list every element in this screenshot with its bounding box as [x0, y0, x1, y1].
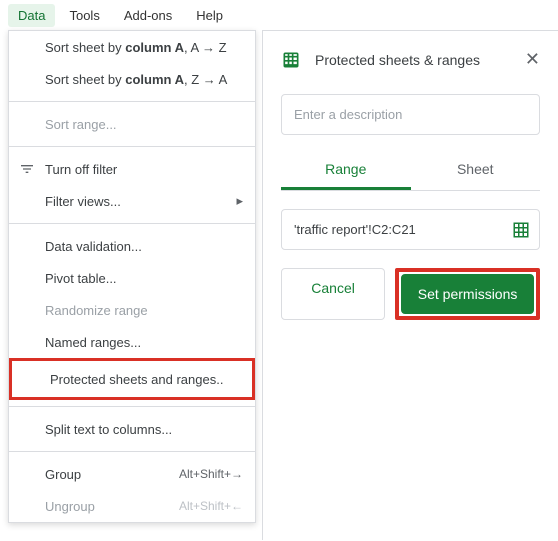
- close-icon[interactable]: ✕: [525, 49, 540, 70]
- data-dropdown: Sort sheet by column A, A → Z Sort sheet…: [8, 30, 256, 523]
- highlight-protected: Protected sheets and ranges..: [9, 358, 255, 400]
- menu-data[interactable]: Data: [8, 4, 55, 27]
- range-input-wrap: [281, 209, 540, 250]
- grid-select-icon[interactable]: [512, 221, 530, 239]
- description-input[interactable]: [281, 94, 540, 135]
- divider: [9, 406, 255, 407]
- sheets-icon: [281, 50, 301, 70]
- panel-title: Protected sheets & ranges: [315, 52, 511, 68]
- protected-sheets-ranges[interactable]: Protected sheets and ranges..: [14, 363, 250, 395]
- filter-icon: [19, 161, 35, 177]
- menu-addons[interactable]: Add-ons: [114, 4, 182, 27]
- ungroup: Ungroup Alt+Shift+←: [9, 490, 255, 522]
- cancel-button[interactable]: Cancel: [281, 268, 385, 320]
- tab-sheet[interactable]: Sheet: [411, 151, 541, 190]
- sort-sheet-az[interactable]: Sort sheet by column A, A → Z: [9, 31, 255, 63]
- divider: [9, 101, 255, 102]
- tabs: Range Sheet: [281, 151, 540, 191]
- chevron-right-icon: ▸: [236, 193, 243, 209]
- menu-tools[interactable]: Tools: [59, 4, 109, 27]
- range-input[interactable]: [281, 209, 540, 250]
- shortcut-label: Alt+Shift+←: [179, 499, 243, 513]
- protected-panel: Protected sheets & ranges ✕ Range Sheet …: [262, 30, 558, 540]
- divider: [9, 223, 255, 224]
- panel-header: Protected sheets & ranges ✕: [281, 49, 540, 70]
- named-ranges[interactable]: Named ranges...: [9, 326, 255, 358]
- shortcut-label: Alt+Shift+→: [179, 467, 243, 481]
- sort-sheet-za[interactable]: Sort sheet by column A, Z → A: [9, 63, 255, 95]
- data-validation[interactable]: Data validation...: [9, 230, 255, 262]
- highlight-set-permissions: Set permissions: [395, 268, 540, 320]
- menu-help[interactable]: Help: [186, 4, 233, 27]
- group[interactable]: Group Alt+Shift+→: [9, 458, 255, 490]
- randomize-range: Randomize range: [9, 294, 255, 326]
- tab-range[interactable]: Range: [281, 151, 411, 190]
- split-text[interactable]: Split text to columns...: [9, 413, 255, 445]
- divider: [9, 146, 255, 147]
- menubar: Data Tools Add-ons Help: [0, 0, 558, 31]
- set-permissions-button[interactable]: Set permissions: [401, 274, 534, 314]
- button-row: Cancel Set permissions: [281, 268, 540, 320]
- pivot-table[interactable]: Pivot table...: [9, 262, 255, 294]
- divider: [9, 451, 255, 452]
- sort-range: Sort range...: [9, 108, 255, 140]
- turn-off-filter[interactable]: Turn off filter: [9, 153, 255, 185]
- filter-views[interactable]: Filter views... ▸: [9, 185, 255, 217]
